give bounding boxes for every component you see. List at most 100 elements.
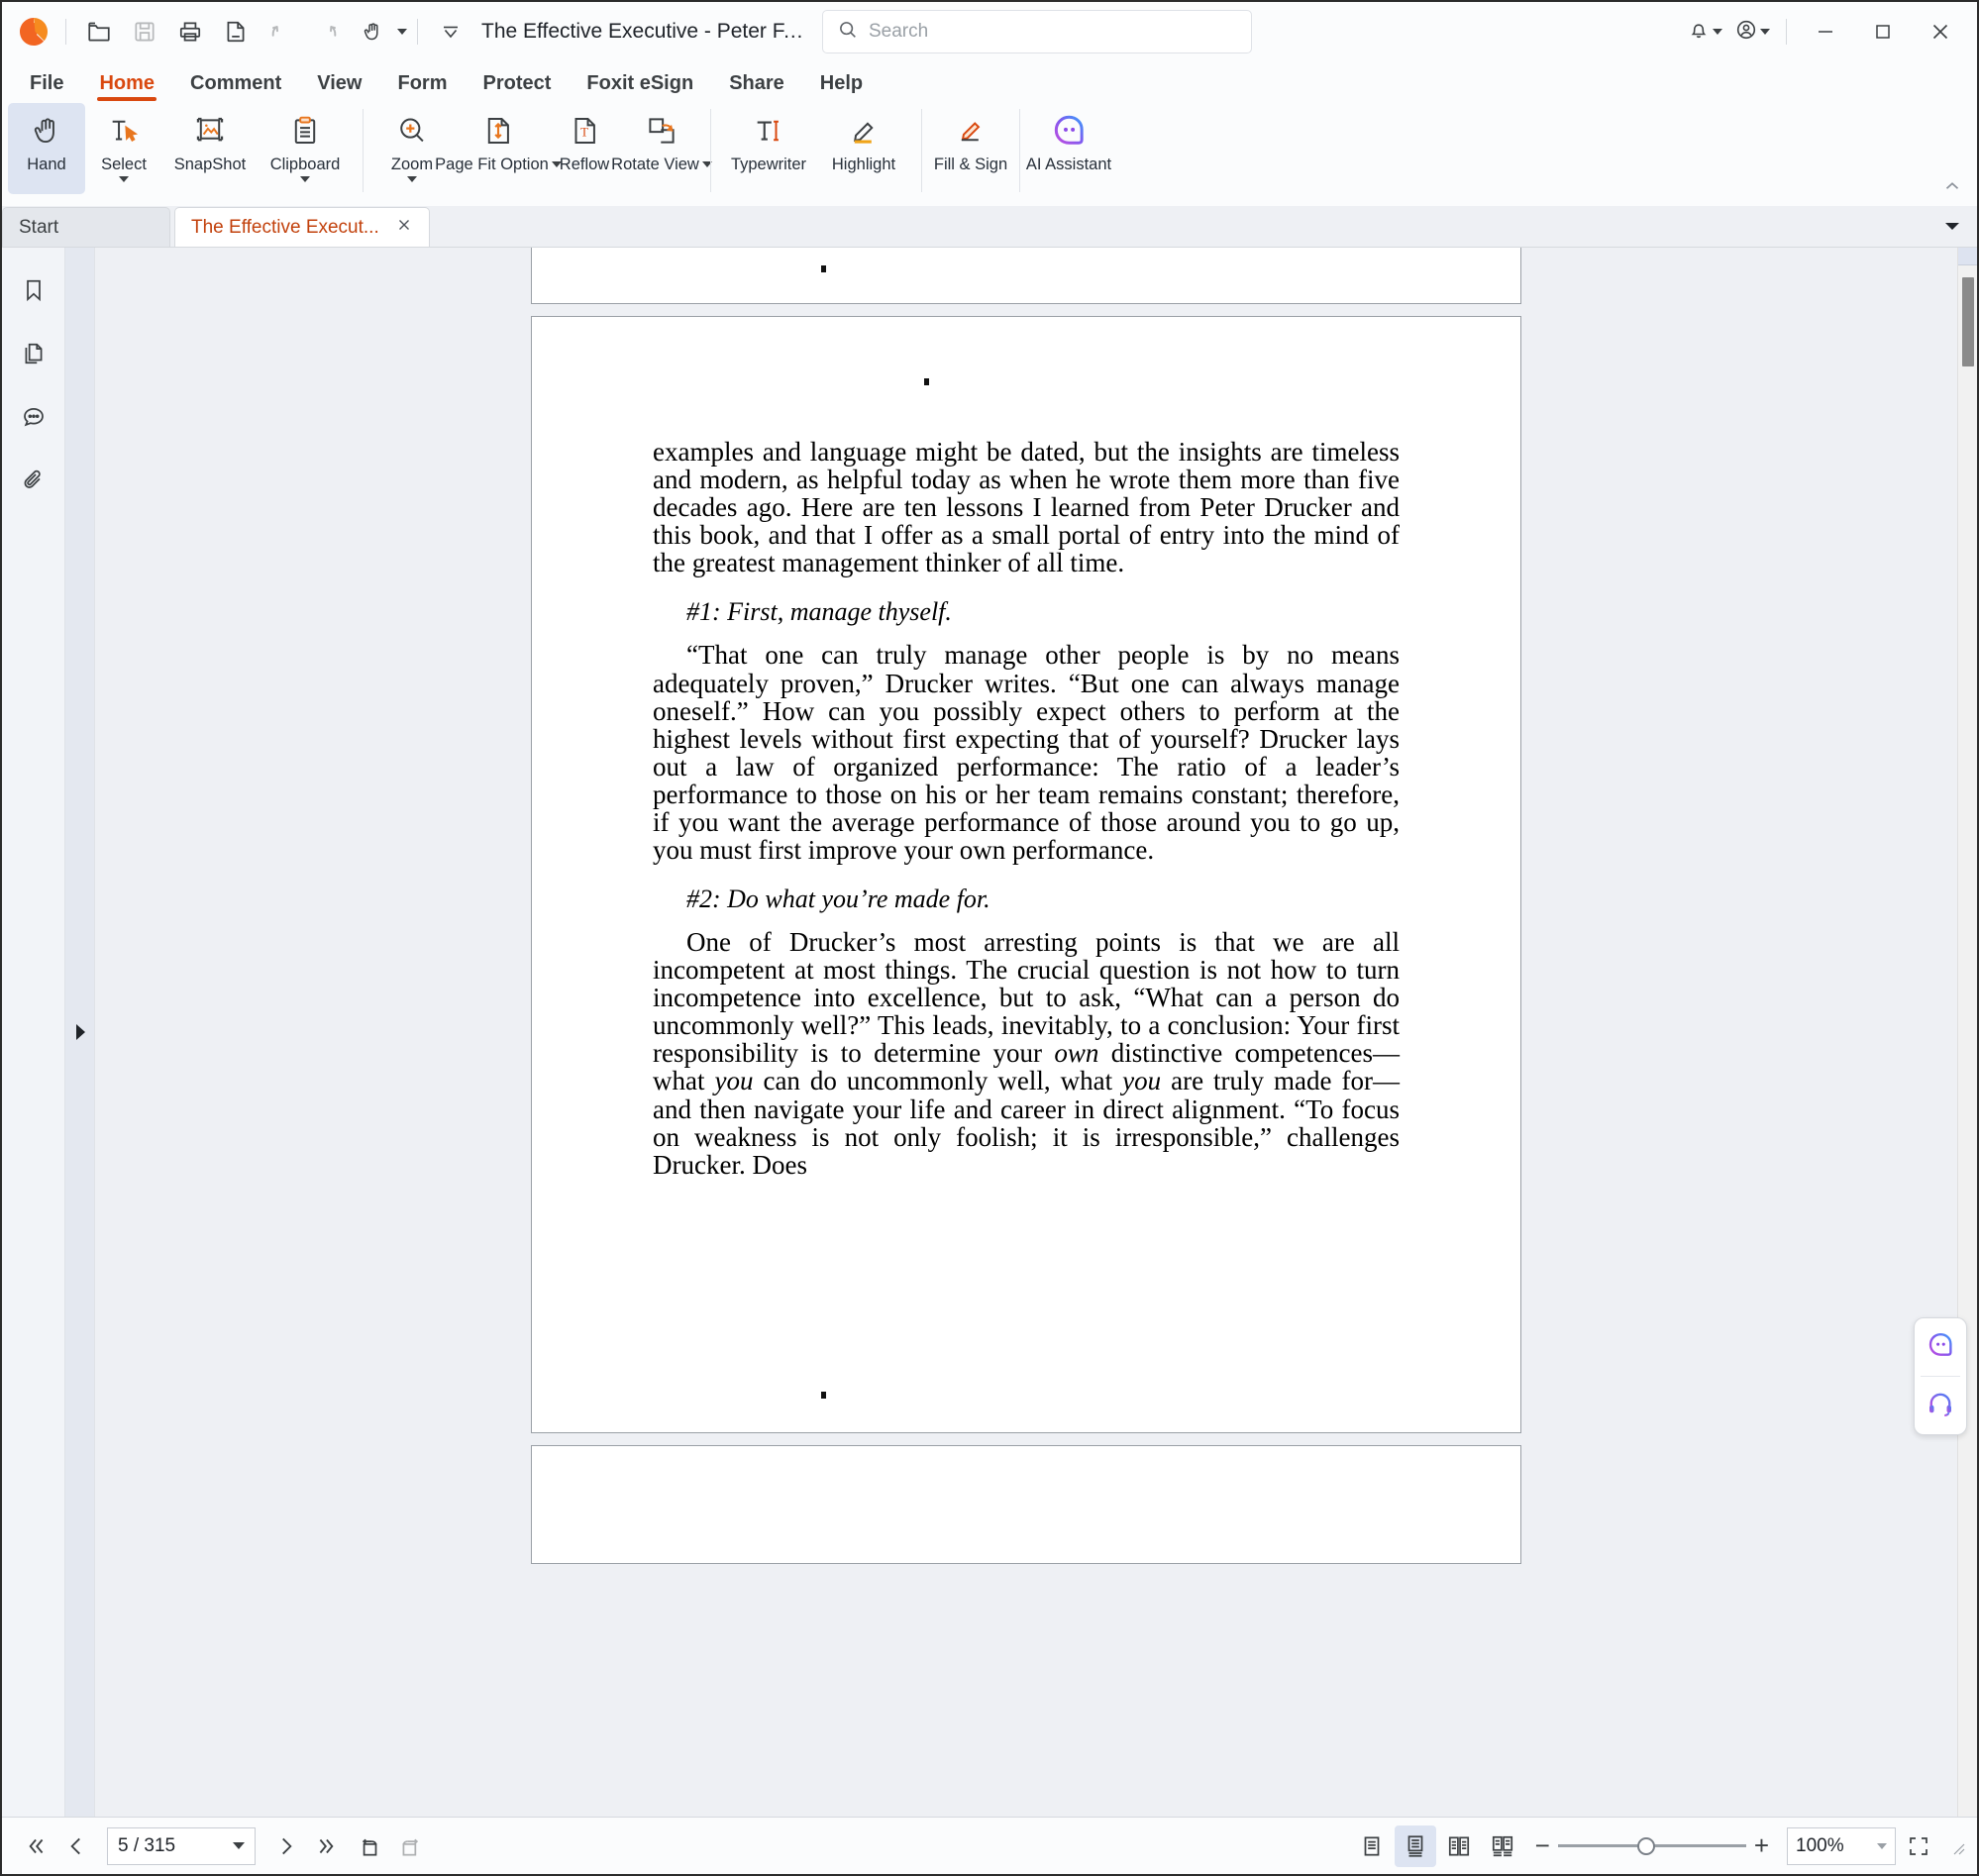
close-window-button[interactable] bbox=[1912, 3, 1969, 60]
ai-chat-button[interactable] bbox=[1915, 1318, 1966, 1376]
ribbon-snapshot-label: SnapShot bbox=[173, 156, 247, 173]
snapshot-image-icon bbox=[193, 110, 227, 152]
ribbon-fill-sign-tool[interactable]: Fill & Sign bbox=[932, 103, 1009, 194]
tab-start[interactable]: Start bbox=[2, 207, 170, 247]
zoom-slider-track[interactable] bbox=[1557, 1836, 1746, 1855]
tab-list-dropdown-button[interactable] bbox=[1943, 219, 1961, 237]
menu-item-file[interactable]: File bbox=[12, 72, 81, 103]
vertical-scrollbar[interactable] bbox=[1957, 248, 1977, 1817]
print-button[interactable] bbox=[167, 9, 213, 54]
close-x-icon[interactable] bbox=[395, 216, 413, 240]
next-page-button[interactable] bbox=[265, 1825, 307, 1867]
bookmark-title-icon[interactable] bbox=[428, 9, 473, 54]
export-pdf-button[interactable] bbox=[213, 9, 259, 54]
menu-item-home[interactable]: Home bbox=[81, 72, 172, 103]
save-button[interactable] bbox=[122, 9, 167, 54]
ribbon-ai-assistant-tool[interactable]: AI Assistant bbox=[1026, 103, 1111, 194]
fullscreen-button[interactable] bbox=[1898, 1825, 1939, 1867]
menu-item-protect[interactable]: Protect bbox=[465, 72, 569, 103]
ribbon-snapshot-tool[interactable]: SnapShot bbox=[162, 103, 258, 194]
rotate-page-right-button[interactable] bbox=[390, 1825, 432, 1867]
hand-tool-button[interactable] bbox=[350, 9, 395, 54]
open-file-button[interactable] bbox=[76, 9, 122, 54]
ribbon-reflow-tool[interactable]: T Reflow bbox=[546, 103, 623, 194]
p3-em-you-1: you bbox=[714, 1066, 754, 1096]
ribbon-rotate-view-tool[interactable]: Rotate View bbox=[611, 103, 712, 194]
last-page-button[interactable] bbox=[307, 1825, 349, 1867]
ribbon-clipboard-caret[interactable] bbox=[300, 176, 310, 183]
zoom-out-button[interactable]: − bbox=[1535, 1830, 1550, 1861]
tab-document-label: The Effective Execut... bbox=[191, 216, 379, 238]
sidebar-item-attachments[interactable] bbox=[9, 458, 58, 507]
ribbon-clipboard-tool[interactable]: Clipboard bbox=[258, 103, 353, 194]
zoom-level-input[interactable]: 100% bbox=[1787, 1826, 1896, 1865]
ribbon-divider-2 bbox=[710, 109, 711, 192]
page-current[interactable]: examples and language might be dated, bu… bbox=[531, 316, 1521, 1433]
ribbon-zoom-tool[interactable]: Zoom bbox=[373, 103, 451, 194]
title-bar: The Effective Executive - Peter F. D... bbox=[2, 2, 1977, 61]
document-heading-1: #1: First, manage thyself. bbox=[686, 597, 952, 627]
zoom-slider[interactable]: − + bbox=[1535, 1830, 1769, 1861]
notifications-button[interactable] bbox=[1681, 10, 1728, 53]
ribbon-highlight-label: Highlight bbox=[831, 156, 896, 173]
zoom-slider-knob[interactable] bbox=[1637, 1836, 1656, 1855]
single-page-view-button[interactable] bbox=[1351, 1825, 1393, 1867]
zoom-magnifier-plus-icon bbox=[395, 110, 429, 152]
page-number-dropdown-caret[interactable] bbox=[233, 1842, 245, 1849]
ribbon-typewriter-label: Typewriter bbox=[730, 156, 807, 173]
menu-item-form[interactable]: Form bbox=[379, 72, 465, 103]
pages-icon bbox=[21, 341, 47, 371]
search-box[interactable] bbox=[822, 10, 1252, 53]
sidebar-item-page-thumbnails[interactable] bbox=[9, 331, 58, 380]
rotate-page-left-button[interactable] bbox=[349, 1825, 390, 1867]
account-dropdown-caret[interactable] bbox=[1760, 29, 1770, 35]
ribbon-select-caret[interactable] bbox=[119, 176, 129, 183]
page-number-input[interactable]: 5 / 315 bbox=[107, 1826, 256, 1865]
redo-button[interactable] bbox=[304, 9, 350, 54]
ribbon-clipboard-label: Clipboard bbox=[269, 156, 341, 173]
resize-grip-icon[interactable] bbox=[1947, 1837, 1965, 1855]
maximize-button[interactable] bbox=[1854, 3, 1912, 60]
menu-item-share[interactable]: Share bbox=[711, 72, 802, 103]
page-artifact-dot-bottom bbox=[821, 1392, 826, 1399]
sidebar-item-comments[interactable] bbox=[9, 394, 58, 444]
account-button[interactable] bbox=[1728, 10, 1776, 53]
two-page-continuous-view-button[interactable] bbox=[1482, 1825, 1523, 1867]
previous-page-button[interactable] bbox=[55, 1825, 97, 1867]
menu-item-foxit-esign[interactable]: Foxit eSign bbox=[569, 72, 711, 103]
ribbon-hand-tool[interactable]: Hand bbox=[8, 103, 85, 194]
triangle-right-icon[interactable] bbox=[65, 997, 95, 1067]
ribbon-group-annotate: Typewriter Highlight bbox=[721, 103, 911, 206]
support-headset-button[interactable] bbox=[1915, 1377, 1966, 1434]
hand-tool-dropdown-caret[interactable] bbox=[397, 29, 407, 35]
ribbon-highlight-tool[interactable]: Highlight bbox=[816, 103, 911, 194]
menu-bar: File Home Comment View Form Protect Foxi… bbox=[2, 61, 1977, 103]
scrollbar-thumb[interactable] bbox=[1962, 277, 1974, 366]
ribbon-zoom-caret[interactable] bbox=[407, 176, 417, 183]
main-body: examples and language might be dated, bu… bbox=[2, 248, 1977, 1817]
ribbon-collapse-button[interactable] bbox=[1941, 175, 1963, 202]
notifications-dropdown-caret[interactable] bbox=[1713, 29, 1722, 35]
ribbon-select-tool[interactable]: Select bbox=[85, 103, 162, 194]
ribbon-typewriter-tool[interactable]: Typewriter bbox=[721, 103, 816, 194]
two-page-view-button[interactable] bbox=[1438, 1825, 1480, 1867]
continuous-scroll-view-button[interactable] bbox=[1394, 1824, 1436, 1867]
search-input[interactable] bbox=[869, 21, 1237, 43]
page-previous bbox=[531, 248, 1521, 304]
menu-item-help[interactable]: Help bbox=[802, 72, 881, 103]
zoom-in-button[interactable]: + bbox=[1754, 1830, 1769, 1861]
ribbon-reflow-label: Reflow bbox=[559, 156, 610, 173]
undo-button[interactable] bbox=[259, 9, 304, 54]
ribbon-page-fit-option[interactable]: Page Fit Option bbox=[435, 103, 562, 194]
document-viewport[interactable]: examples and language might be dated, bu… bbox=[95, 248, 1977, 1817]
menu-item-comment[interactable]: Comment bbox=[172, 72, 299, 103]
zoom-level-dropdown-caret[interactable] bbox=[1877, 1842, 1887, 1849]
tab-the-effective-executive[interactable]: The Effective Execut... bbox=[174, 207, 430, 247]
first-page-button[interactable] bbox=[14, 1825, 55, 1867]
file-tab-strip: Start The Effective Execut... bbox=[2, 206, 1977, 248]
panel-expand-gutter[interactable] bbox=[65, 248, 95, 1817]
menu-item-view[interactable]: View bbox=[299, 72, 379, 103]
sidebar-item-bookmarks[interactable] bbox=[9, 267, 58, 317]
document-paragraph-2: “That one can truly manage other people … bbox=[653, 640, 1400, 865]
minimize-button[interactable] bbox=[1797, 3, 1854, 60]
